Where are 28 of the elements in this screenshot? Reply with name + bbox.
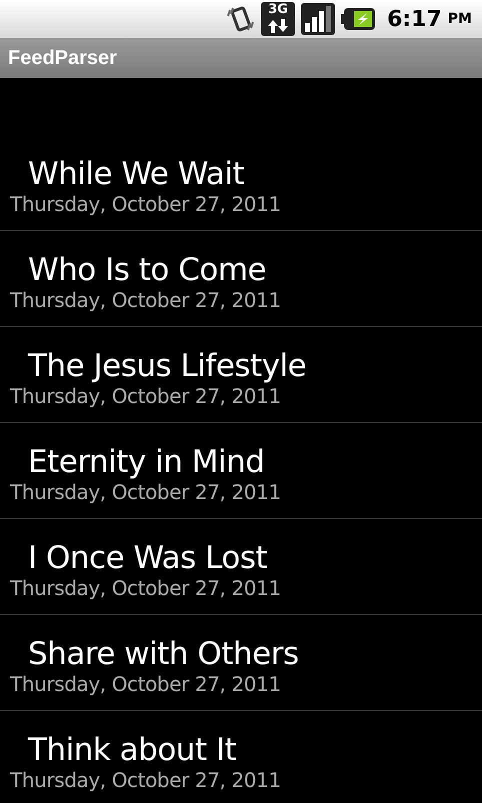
feed-title: Think about It xyxy=(26,732,236,768)
vibrate-icon xyxy=(227,4,256,34)
feed-item[interactable]: The Jesus Lifestyle Thursday, October 27, 2011 xyxy=(0,327,482,423)
feed-item[interactable]: I Once Was Lost Thursday, October 27, 2011 xyxy=(0,519,482,615)
feed-date: Thursday, October 27, 2011 xyxy=(9,576,281,600)
network-icon: 3G xyxy=(261,2,296,36)
feed-title: The Jesus Lifestyle xyxy=(26,348,306,384)
feed-title: While We Wait xyxy=(27,156,244,192)
feed-title: Eternity in Mind xyxy=(27,444,264,480)
feed-date: Thursday, October 27, 2011 xyxy=(9,480,281,504)
feed-item[interactable]: Think about It Thursday, October 27, 2011 xyxy=(0,711,482,803)
feed-item[interactable]: Who Is to Come Thursday, October 27, 2011 xyxy=(0,231,482,327)
clock-time: 6:17 xyxy=(387,6,442,32)
battery-charging-icon xyxy=(341,7,376,31)
feed-title: Who Is to Come xyxy=(27,252,266,288)
feed-item[interactable]: Share with Others Thursday, October 27, 2011 xyxy=(0,615,482,711)
feed-date: Thursday, October 27, 2011 xyxy=(9,288,281,312)
clock-ampm: PM xyxy=(448,11,472,27)
signal-icon xyxy=(301,3,336,35)
feed-date: Thursday, October 27, 2011 xyxy=(9,192,281,216)
feed-date: Thursday, October 27, 2011 xyxy=(9,672,281,696)
app-title: FeedParser xyxy=(8,46,117,70)
feed-item[interactable]: While We Wait Thursday, October 27, 2011 xyxy=(0,135,482,231)
feed-item[interactable]: Eternity in Mind Thursday, October 27, 2011 xyxy=(0,423,482,519)
feed-date: Thursday, October 27, 2011 xyxy=(9,384,281,408)
feed-title: I Once Was Lost xyxy=(27,540,268,576)
feed-title: Share with Others xyxy=(27,636,299,672)
feed-date: Thursday, October 27, 2011 xyxy=(9,768,281,792)
